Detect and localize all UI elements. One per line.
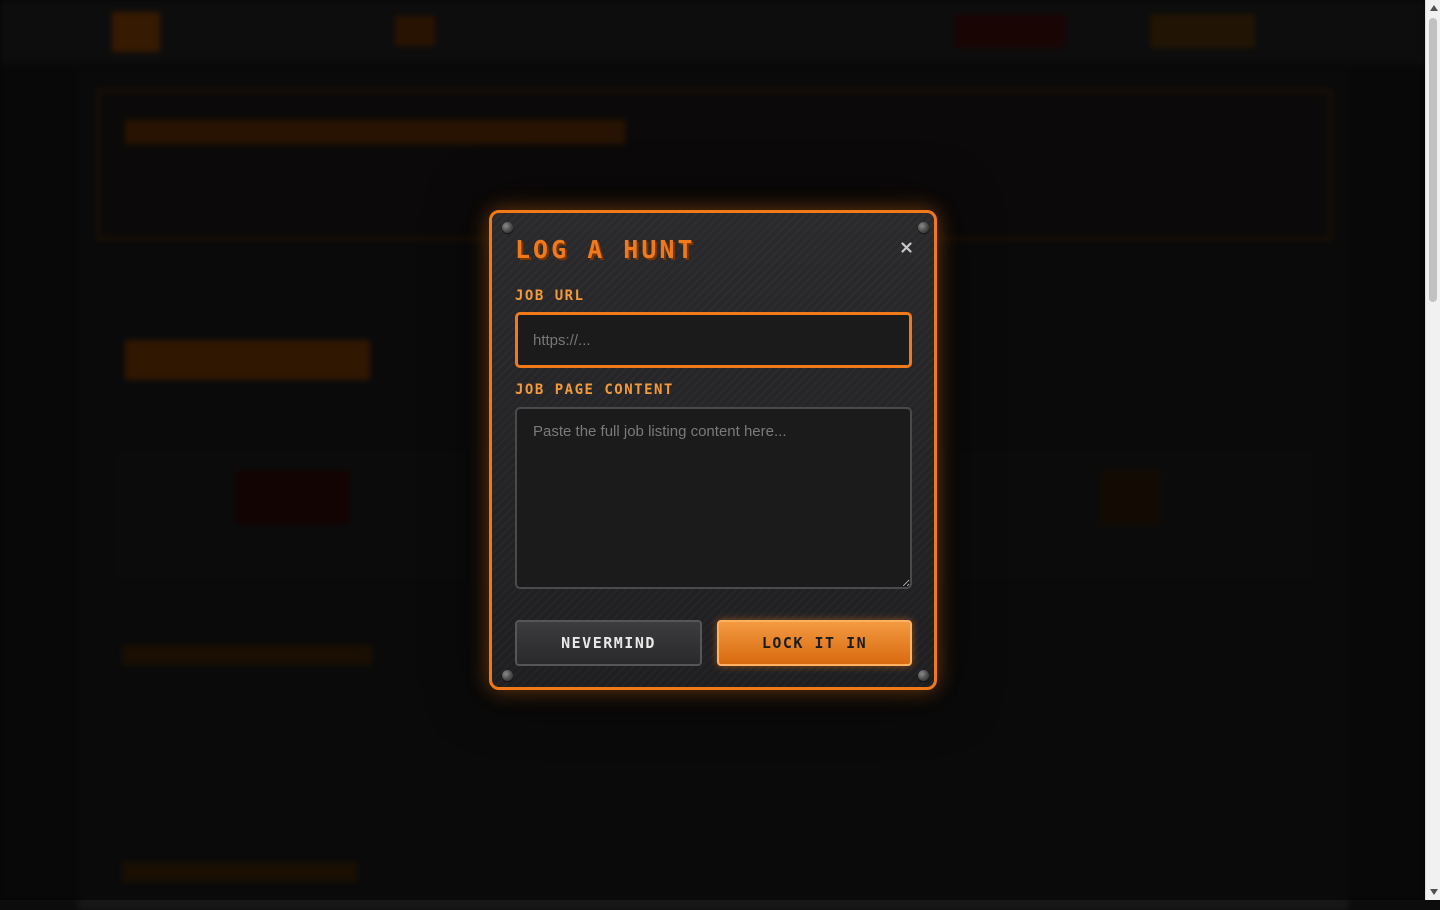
job-url-label: JOB URL <box>515 288 585 304</box>
modal-title: LOG A HUNT <box>515 235 696 264</box>
rivet-icon <box>502 670 513 681</box>
rivet-icon <box>918 670 929 681</box>
job-page-content-label: JOB PAGE CONTENT <box>515 382 674 398</box>
job-page-content-textarea[interactable] <box>515 407 912 589</box>
close-icon <box>900 241 912 253</box>
rivet-icon <box>502 222 513 233</box>
scroll-up-arrow-icon[interactable] <box>1426 0 1440 16</box>
scroll-down-arrow-icon[interactable] <box>1426 884 1440 900</box>
page-scrollbar[interactable] <box>1425 0 1440 900</box>
scroll-thumb[interactable] <box>1429 18 1437 302</box>
lock-it-in-button[interactable]: LOCK IT IN <box>717 620 912 666</box>
rivet-icon <box>918 222 929 233</box>
nevermind-button[interactable]: NEVERMIND <box>515 620 702 666</box>
close-button[interactable] <box>896 237 916 257</box>
log-hunt-modal: LOG A HUNT JOB URL JOB PAGE CONTENT NEVE… <box>489 210 937 690</box>
job-url-input[interactable] <box>515 312 912 368</box>
